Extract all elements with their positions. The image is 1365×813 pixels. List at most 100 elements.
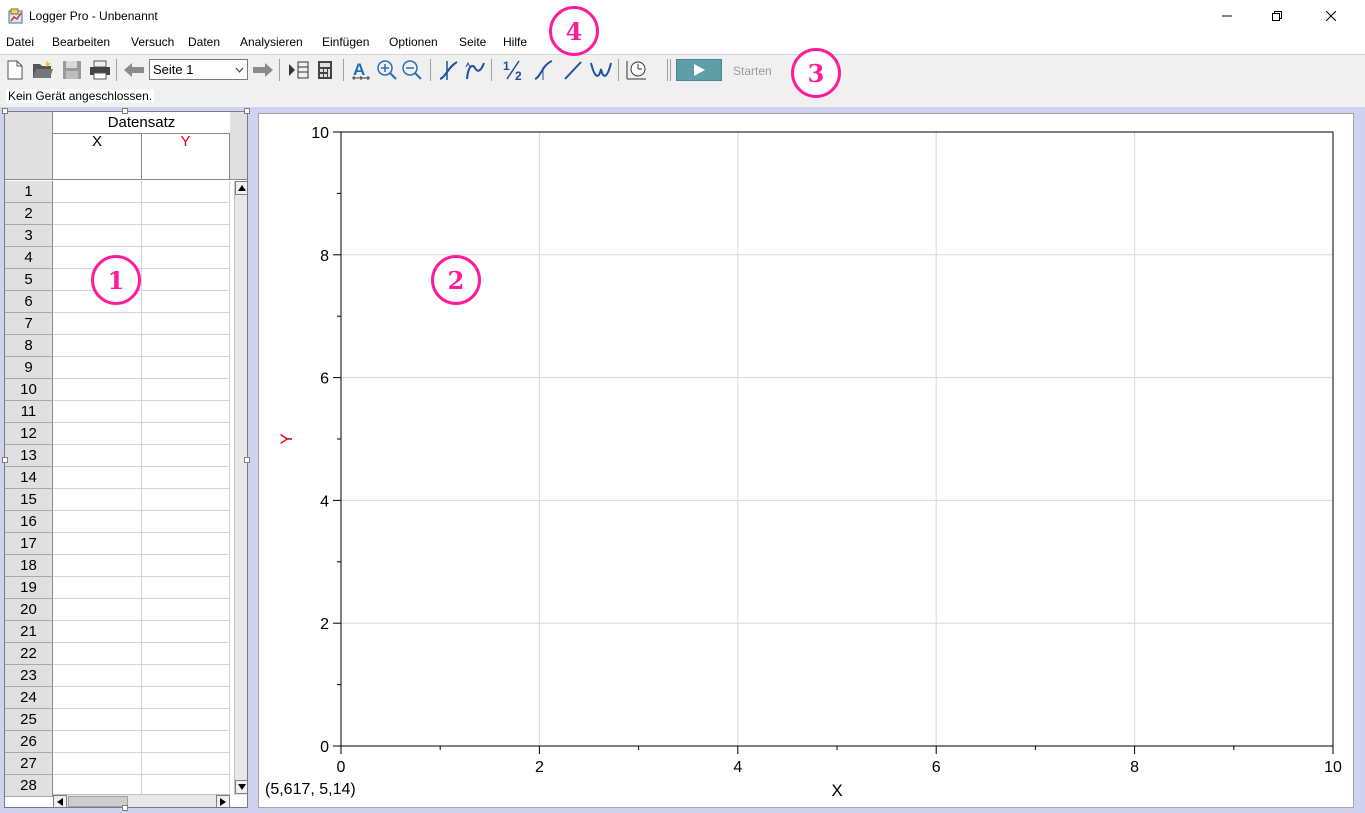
table-row[interactable]: 3 (5, 225, 230, 247)
close-button[interactable] (1308, 0, 1354, 32)
dataset-header[interactable]: Datensatz (53, 112, 230, 134)
previous-page-button[interactable] (122, 58, 146, 82)
row-number[interactable]: 10 (5, 379, 53, 401)
column-header-x[interactable]: X (53, 134, 142, 180)
cell-y[interactable] (142, 489, 230, 511)
minimize-button[interactable] (1204, 0, 1250, 32)
cell-y[interactable] (142, 665, 230, 687)
cell-y[interactable] (142, 555, 230, 577)
restore-button[interactable] (1254, 0, 1300, 32)
scroll-down-button[interactable] (235, 780, 247, 794)
row-number[interactable]: 28 (5, 775, 53, 797)
menu-datei[interactable]: Datei (6, 35, 34, 49)
autoscale-button[interactable]: A (349, 58, 373, 82)
table-row[interactable]: 14 (5, 467, 230, 489)
row-number[interactable]: 12 (5, 423, 53, 445)
cell-y[interactable] (142, 753, 230, 775)
row-number[interactable]: 4 (5, 247, 53, 269)
cell-x[interactable] (53, 753, 142, 775)
cell-y[interactable] (142, 643, 230, 665)
row-number[interactable]: 24 (5, 687, 53, 709)
curve-fit-button[interactable] (589, 58, 613, 82)
menu-versuch[interactable]: Versuch (131, 35, 174, 49)
statistics-button[interactable]: 12 (503, 58, 527, 82)
table-row[interactable]: 7 (5, 313, 230, 335)
cell-y[interactable] (142, 401, 230, 423)
row-number[interactable]: 16 (5, 511, 53, 533)
row-number[interactable]: 19 (5, 577, 53, 599)
row-number[interactable]: 8 (5, 335, 53, 357)
resize-handle[interactable] (122, 805, 128, 811)
cell-x[interactable] (53, 643, 142, 665)
cell-x[interactable] (53, 313, 142, 335)
table-row[interactable]: 11 (5, 401, 230, 423)
row-number[interactable]: 3 (5, 225, 53, 247)
table-row[interactable]: 20 (5, 599, 230, 621)
row-number[interactable]: 17 (5, 533, 53, 555)
graph-panel[interactable]: 0 2 4 6 8 10 0 2 4 6 8 10 X Y (5,617, 5,14) (258, 113, 1354, 808)
data-collection-button[interactable] (624, 58, 648, 82)
cell-x[interactable] (53, 423, 142, 445)
cell-x[interactable] (53, 577, 142, 599)
cell-y[interactable] (142, 335, 230, 357)
table-row[interactable]: 18 (5, 555, 230, 577)
print-button[interactable] (88, 58, 112, 82)
cell-x[interactable] (53, 687, 142, 709)
row-number[interactable]: 9 (5, 357, 53, 379)
table-row[interactable]: 21 (5, 621, 230, 643)
cell-y[interactable] (142, 357, 230, 379)
cell-y[interactable] (142, 687, 230, 709)
cell-y[interactable] (142, 621, 230, 643)
cell-x[interactable] (53, 621, 142, 643)
cell-x[interactable] (53, 203, 142, 225)
cell-y[interactable] (142, 599, 230, 621)
vertical-scrollbar[interactable] (234, 181, 247, 795)
cell-x[interactable] (53, 731, 142, 753)
row-number[interactable]: 27 (5, 753, 53, 775)
collect-button[interactable] (676, 59, 722, 81)
row-number[interactable]: 13 (5, 445, 53, 467)
cell-y[interactable] (142, 247, 230, 269)
new-file-button[interactable] (3, 58, 27, 82)
tangent-button[interactable] (532, 58, 556, 82)
horizontal-scroll-thumb[interactable] (68, 796, 128, 807)
table-row[interactable]: 1 (5, 181, 230, 203)
column-header-y[interactable]: Y (142, 134, 230, 180)
interpolate-button[interactable] (463, 58, 487, 82)
row-number[interactable]: 1 (5, 181, 53, 203)
cell-y[interactable] (142, 269, 230, 291)
menu-hilfe[interactable]: Hilfe (503, 35, 527, 49)
row-number[interactable]: 23 (5, 665, 53, 687)
cell-x[interactable] (53, 665, 142, 687)
row-number[interactable]: 15 (5, 489, 53, 511)
resize-handle[interactable] (2, 108, 8, 114)
table-row[interactable]: 26 (5, 731, 230, 753)
cell-x[interactable] (53, 181, 142, 203)
table-row[interactable]: 25 (5, 709, 230, 731)
cell-x[interactable] (53, 357, 142, 379)
next-page-button[interactable] (251, 58, 275, 82)
graph-plot[interactable]: 0 2 4 6 8 10 0 2 4 6 8 10 X Y (5,617, 5,14) (259, 114, 1355, 809)
page-select[interactable]: Seite 1 (149, 59, 248, 80)
menu-seite[interactable]: Seite (459, 35, 486, 49)
data-table[interactable]: Datensatz X Y 1 2 3 4 5 6 7 8 9 10 11 12 13 14 15 16 17 1… (4, 111, 248, 808)
table-row[interactable]: 8 (5, 335, 230, 357)
cell-y[interactable] (142, 313, 230, 335)
menu-einfuegen[interactable]: Einfügen (322, 35, 369, 49)
cell-x[interactable] (53, 489, 142, 511)
cell-x[interactable] (53, 555, 142, 577)
cell-y[interactable] (142, 731, 230, 753)
cell-x[interactable] (53, 709, 142, 731)
table-row[interactable]: 23 (5, 665, 230, 687)
save-button[interactable] (60, 58, 84, 82)
cell-x[interactable] (53, 599, 142, 621)
row-number[interactable]: 7 (5, 313, 53, 335)
table-row[interactable]: 27 (5, 753, 230, 775)
calculator-button[interactable] (313, 58, 337, 82)
cell-y[interactable] (142, 181, 230, 203)
table-row[interactable]: 9 (5, 357, 230, 379)
row-number[interactable]: 18 (5, 555, 53, 577)
scroll-up-button[interactable] (235, 181, 247, 195)
zoom-out-button[interactable] (400, 58, 424, 82)
cell-x[interactable] (53, 511, 142, 533)
